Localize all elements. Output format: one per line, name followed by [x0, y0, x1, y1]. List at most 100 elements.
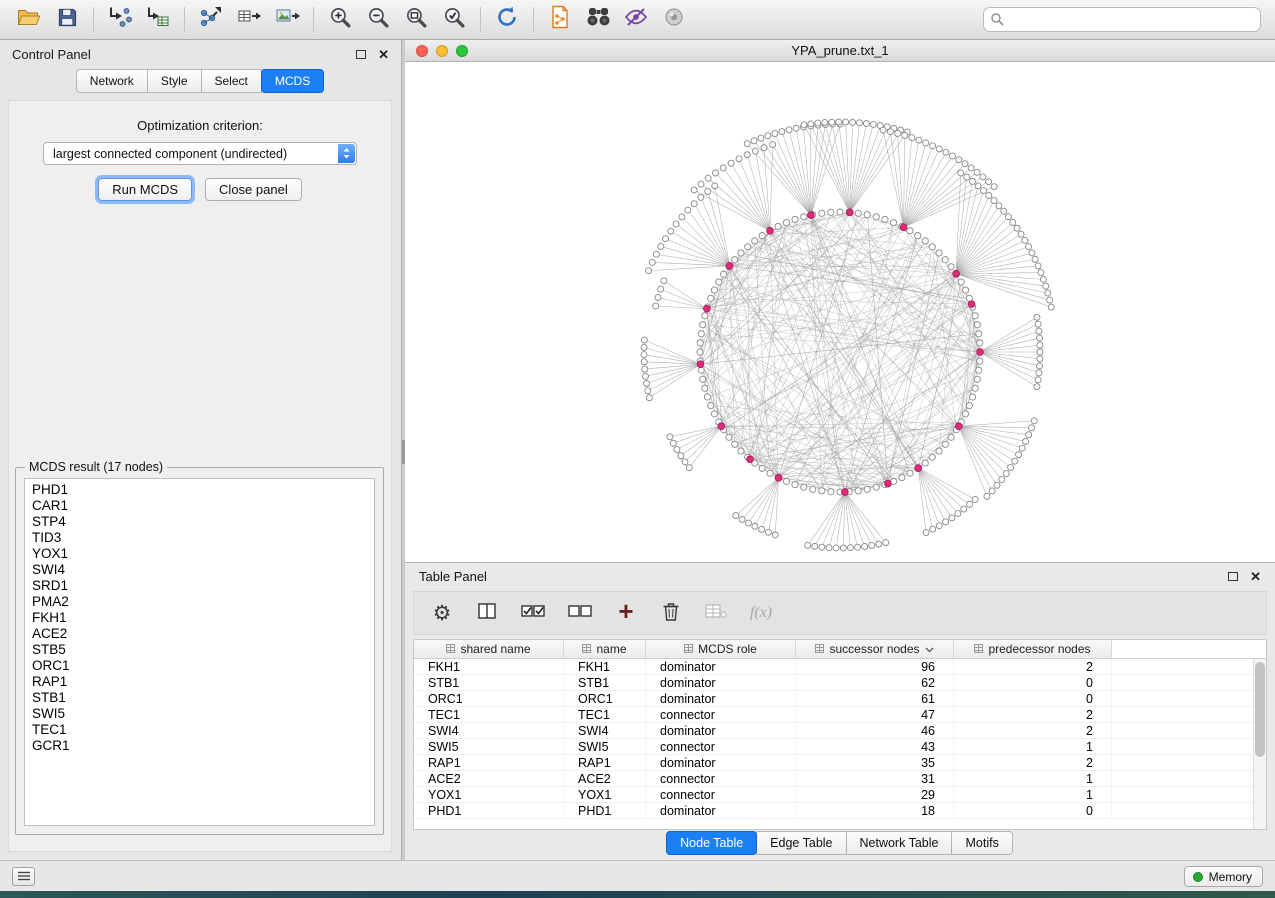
float-window-icon[interactable]: [356, 50, 366, 59]
close-panel-button[interactable]: Close panel: [205, 178, 302, 201]
zoom-selected-button[interactable]: [435, 4, 473, 36]
result-node[interactable]: STP4: [32, 514, 374, 530]
show-columns-button[interactable]: [475, 598, 499, 628]
result-node[interactable]: SRD1: [32, 578, 374, 594]
save-session-button[interactable]: [48, 4, 86, 36]
optimization-criterion-label: Optimization criterion:: [9, 118, 391, 133]
table-row[interactable]: ORC1ORC1dominator610: [414, 691, 1253, 707]
table-row[interactable]: FKH1FKH1dominator962: [414, 659, 1253, 675]
result-node[interactable]: TID3: [32, 530, 374, 546]
chevron-down-icon: [925, 642, 934, 656]
clone-network-button[interactable]: [541, 4, 579, 36]
result-node[interactable]: SWI4: [32, 562, 374, 578]
scrollbar-thumb[interactable]: [1255, 662, 1265, 757]
table-row[interactable]: YOX1YOX1connector291: [414, 787, 1253, 803]
table-row[interactable]: PHD1PHD1dominator180: [414, 803, 1253, 819]
open-file-button[interactable]: [10, 4, 48, 36]
hide-table-button[interactable]: [704, 598, 728, 628]
window-close-icon[interactable]: [416, 45, 428, 57]
import-table-button[interactable]: [139, 4, 177, 36]
result-node[interactable]: TEC1: [32, 722, 374, 738]
window-minimize-icon[interactable]: [436, 45, 448, 57]
memory-button[interactable]: Memory: [1184, 866, 1263, 887]
table-row[interactable]: SWI5SWI5connector431: [414, 739, 1253, 755]
run-mcds-button[interactable]: Run MCDS: [98, 178, 192, 201]
search-icon: [990, 12, 1004, 31]
tab-mcds[interactable]: MCDS: [261, 69, 324, 93]
network-graph-svg[interactable]: [405, 62, 1275, 562]
table-row[interactable]: ACE2ACE2connector311: [414, 771, 1253, 787]
zoom-out-button[interactable]: [359, 4, 397, 36]
result-node[interactable]: SWI5: [32, 706, 374, 722]
tab-edge-table[interactable]: Edge Table: [756, 831, 846, 855]
result-node[interactable]: ACE2: [32, 626, 374, 642]
column-header-shared-name[interactable]: shared name: [414, 640, 564, 658]
export-table-icon: [236, 5, 262, 34]
window-maximize-icon[interactable]: [456, 45, 468, 57]
float-window-icon[interactable]: [1228, 572, 1238, 581]
column-header-mcds-role[interactable]: MCDS role: [646, 640, 796, 658]
network-window-titlebar[interactable]: YPA_prune.txt_1: [405, 40, 1275, 62]
table-row[interactable]: STB1STB1dominator620: [414, 675, 1253, 691]
zoom-fit-button[interactable]: [397, 4, 435, 36]
result-node[interactable]: STB1: [32, 690, 374, 706]
tab-style[interactable]: Style: [147, 69, 202, 93]
cell-successor-nodes: 96: [796, 659, 954, 674]
refresh-layout-button[interactable]: [488, 4, 526, 36]
checked-boxes-icon: [520, 602, 546, 625]
column-header-predecessor-nodes[interactable]: predecessor nodes: [954, 640, 1112, 658]
search-input[interactable]: [983, 7, 1261, 32]
table-row[interactable]: SWI4SWI4dominator462: [414, 723, 1253, 739]
memory-status-icon: [1193, 872, 1203, 882]
result-node[interactable]: FKH1: [32, 610, 374, 626]
cell-predecessor-nodes: 0: [954, 675, 1112, 690]
unchecked-boxes-icon: [567, 602, 593, 625]
result-node[interactable]: YOX1: [32, 546, 374, 562]
column-header-successor-nodes[interactable]: successor nodes: [796, 640, 954, 658]
tab-select[interactable]: Select: [201, 69, 262, 93]
tab-motifs[interactable]: Motifs: [951, 831, 1012, 855]
result-node[interactable]: CAR1: [32, 498, 374, 514]
table-scrollbar[interactable]: [1253, 659, 1266, 829]
export-network-button[interactable]: [192, 4, 230, 36]
close-panel-icon[interactable]: ✕: [1250, 570, 1261, 583]
mcds-result-list[interactable]: PHD1CAR1STP4TID3YOX1SWI4SRD1PMA2FKH1ACE2…: [24, 478, 375, 826]
network-canvas[interactable]: [405, 62, 1275, 562]
add-column-button[interactable]: +: [614, 598, 638, 628]
tab-network-table[interactable]: Network Table: [846, 831, 953, 855]
import-network-button[interactable]: [101, 4, 139, 36]
close-panel-icon[interactable]: ✕: [378, 48, 389, 61]
select-all-button[interactable]: [520, 598, 546, 628]
result-node[interactable]: RAP1: [32, 674, 374, 690]
search-network-button[interactable]: [579, 4, 617, 36]
delete-column-button[interactable]: [659, 598, 683, 628]
result-node[interactable]: STB5: [32, 642, 374, 658]
column-header-name[interactable]: name: [564, 640, 646, 658]
result-node[interactable]: PHD1: [32, 482, 374, 498]
cell-mcds-role: connector: [646, 739, 796, 754]
deselect-all-button[interactable]: [567, 598, 593, 628]
tab-network[interactable]: Network: [76, 69, 148, 93]
show-all-button[interactable]: [655, 4, 693, 36]
cell-mcds-role: connector: [646, 787, 796, 802]
result-node[interactable]: PMA2: [32, 594, 374, 610]
application-window: Control Panel ✕ NetworkStyleSelectMCDS O…: [0, 0, 1275, 891]
function-builder-button[interactable]: f(x): [749, 598, 773, 628]
export-image-button[interactable]: [268, 4, 306, 36]
import-network-icon: [107, 4, 133, 35]
export-table-button[interactable]: [230, 4, 268, 36]
table-settings-button[interactable]: ⚙: [430, 598, 454, 628]
toolbar-separator: [533, 7, 534, 33]
cell-mcds-role: dominator: [646, 723, 796, 738]
status-menu-button[interactable]: [12, 867, 35, 886]
hide-selected-button[interactable]: [617, 4, 655, 36]
table-row[interactable]: TEC1TEC1connector472: [414, 707, 1253, 723]
zoom-in-button[interactable]: [321, 4, 359, 36]
cell-mcds-role: dominator: [646, 675, 796, 690]
tab-node-table[interactable]: Node Table: [666, 831, 757, 855]
result-node[interactable]: GCR1: [32, 738, 374, 754]
cell-shared-name: SWI5: [414, 739, 564, 754]
criterion-dropdown[interactable]: largest connected component (undirected): [43, 142, 357, 165]
result-node[interactable]: ORC1: [32, 658, 374, 674]
table-row[interactable]: RAP1RAP1dominator352: [414, 755, 1253, 771]
